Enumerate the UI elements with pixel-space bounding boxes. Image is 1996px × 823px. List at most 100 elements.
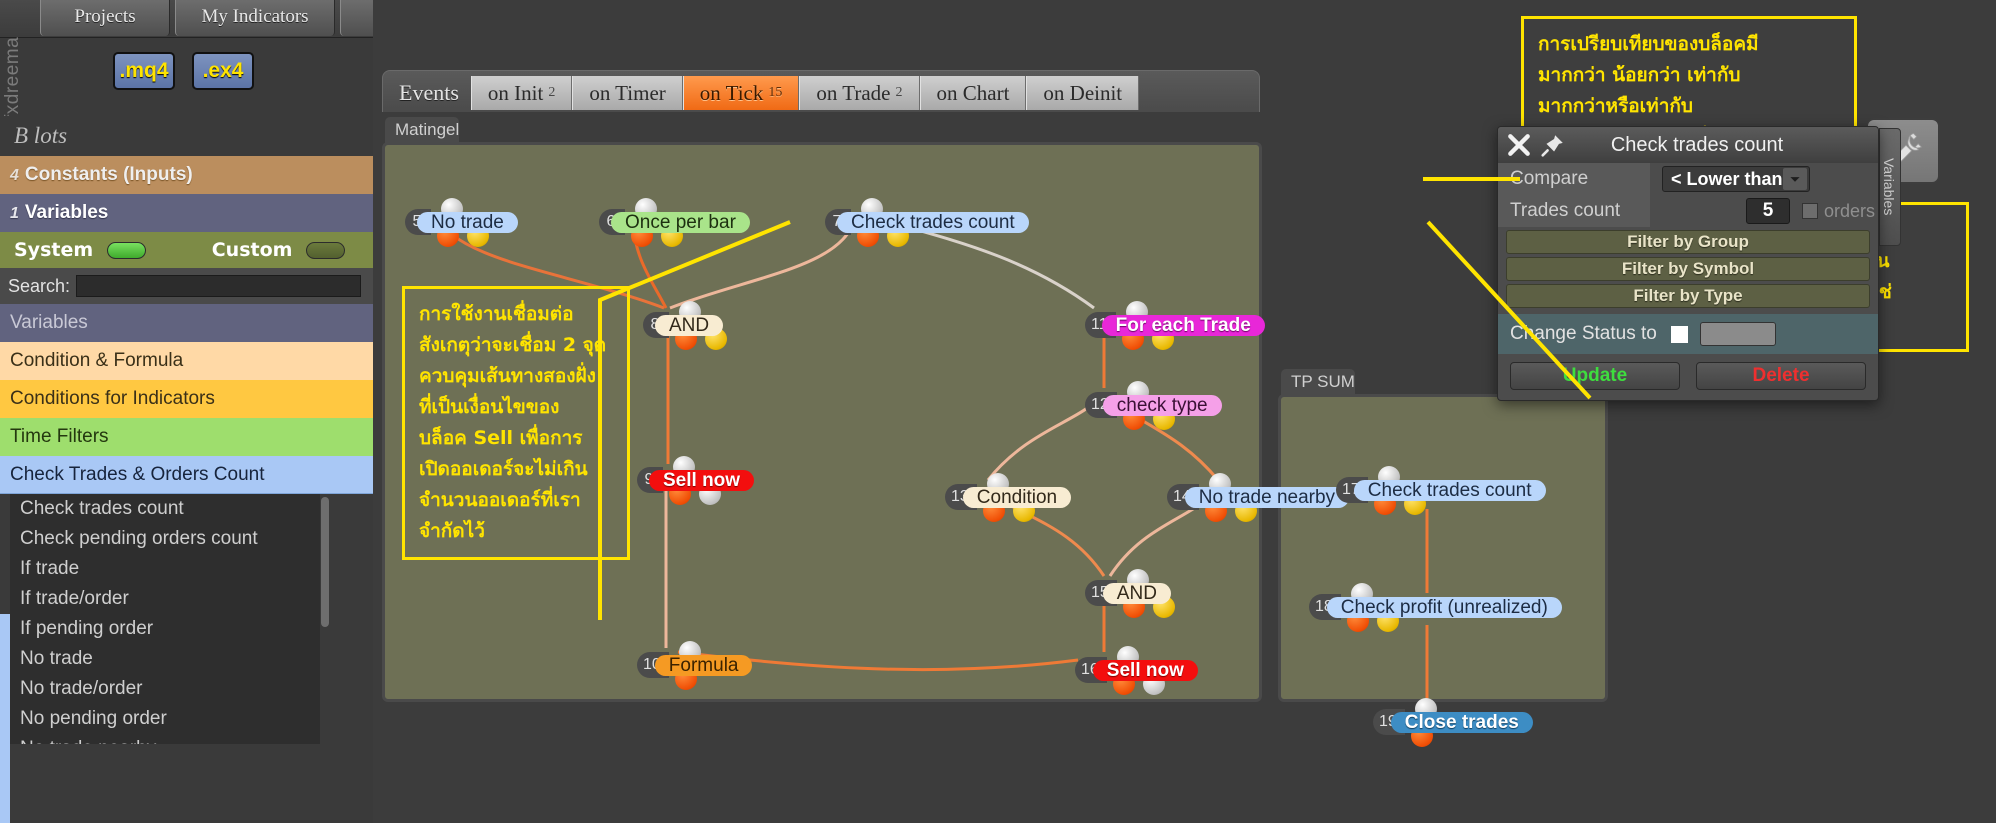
tab-label: on Init <box>487 80 544 105</box>
search-input[interactable] <box>76 275 361 297</box>
node-label: Formula <box>654 654 753 676</box>
flow-node[interactable]: 13 Condition <box>945 472 1072 522</box>
dialog-title: Check trades count <box>1610 133 1784 156</box>
filter-button[interactable]: Filter by Symbol <box>1506 257 1870 281</box>
list-item[interactable]: Check trades count <box>10 494 330 524</box>
delete-button[interactable]: Delete <box>1696 362 1866 390</box>
list-item[interactable]: If trade <box>10 554 330 584</box>
trades-count-label: Trades count <box>1498 195 1650 227</box>
variables-label: Variables <box>24 202 109 223</box>
flow-node[interactable]: 11 For each Trade <box>1085 300 1265 350</box>
note-line: บล็อค Sell เพื่อการ <box>419 427 583 449</box>
tpsum-wires <box>1425 509 1429 705</box>
flow-node[interactable]: 15 AND <box>1085 568 1175 618</box>
check-trades-count-dialog[interactable]: Check trades count Compare < Lower than … <box>1497 126 1879 401</box>
category-timef[interactable]: Time Filters <box>0 418 373 456</box>
node-label: AND <box>1102 582 1171 604</box>
constants-count: 4 <box>10 167 19 184</box>
tab-on-timer[interactable]: on Timer <box>572 75 683 110</box>
flow-node[interactable]: 10 Formula <box>637 640 753 690</box>
pin-icon[interactable] <box>1540 132 1566 158</box>
note-line: มากกว่าหรือเท่ากับ <box>1538 95 1693 117</box>
node-label: No trade <box>417 211 518 233</box>
node-label: Check trades count <box>837 211 1029 233</box>
category-variables[interactable]: Variables <box>0 304 373 342</box>
list-item[interactable]: If trade/order <box>10 584 330 614</box>
category-condition[interactable]: Condition & Formula <box>0 342 373 380</box>
mq4-button[interactable]: .mq4 <box>113 52 175 90</box>
block-item-list: Check trades count Check pending orders c… <box>10 494 330 744</box>
category-list: Variables Condition & Formula Conditions f… <box>0 304 373 494</box>
orders-checkbox[interactable] <box>1802 203 1818 219</box>
node-label: Check profit (unrealized) <box>1326 596 1562 618</box>
nav-tab-label: Projects <box>74 6 136 27</box>
trades-count-input[interactable]: 5 <box>1746 198 1790 224</box>
change-status-field[interactable] <box>1699 322 1776 346</box>
list-item[interactable]: If pending order <box>10 614 330 644</box>
tab-on-deinit[interactable]: on Deinit <box>1026 75 1140 110</box>
list-item[interactable]: No trade <box>10 644 330 674</box>
node-label: No trade nearby <box>1184 486 1350 508</box>
list-item[interactable]: No pending order <box>10 704 330 734</box>
nav-tab-projects[interactable]: Projects <box>40 0 170 36</box>
flow-node[interactable]: 19 Close trades <box>1373 697 1533 747</box>
flow-node[interactable]: 8AND <box>643 300 727 350</box>
tab-on-trade[interactable]: on Trade 2 <box>799 75 920 110</box>
flow-node[interactable]: 7Check trades count <box>825 197 1029 247</box>
system-custom-toggle-row: System Custom <box>0 232 373 268</box>
note-line: ที่เป็นเงื่อนไขของ <box>419 396 560 418</box>
dialog-body: Compare < Lower than Trades count 5 orde… <box>1498 163 1878 400</box>
constants-label: Constants (Inputs) <box>24 164 193 185</box>
flow-node[interactable]: 9Sell now <box>637 455 755 505</box>
scrollbar-thumb[interactable] <box>321 497 329 627</box>
flow-node[interactable]: 5No trade <box>405 197 518 247</box>
change-status-checkbox[interactable] <box>1670 325 1688 343</box>
compare-value: < Lower than <box>1671 169 1783 189</box>
filter-buttons: Filter by Group Filter by Symbol Filter by… <box>1498 230 1878 308</box>
node-label: Check trades count <box>1353 479 1546 501</box>
tab-on-init[interactable]: on Init 2 <box>470 75 573 110</box>
system-toggle[interactable] <box>107 241 146 259</box>
list-item[interactable]: No trade nearby <box>10 734 330 744</box>
filter-button[interactable]: Filter by Group <box>1506 230 1870 254</box>
custom-toggle[interactable] <box>306 241 345 259</box>
flow-node[interactable]: 18 Check profit (unrealized) <box>1309 582 1562 632</box>
compare-select[interactable]: < Lower than <box>1662 166 1810 192</box>
filter-button[interactable]: Filter by Type <box>1506 284 1870 308</box>
sidebar-item-variables[interactable]: 1 Variables <box>0 194 373 232</box>
nav-tab-label: My Indicators <box>201 6 309 27</box>
close-icon[interactable] <box>1506 132 1532 158</box>
node-label: Once per bar <box>611 211 750 233</box>
sidebar: B lots 4 Constants (Inputs) 1 Variables Sy… <box>0 116 373 823</box>
flow-node[interactable]: 12 check type <box>1085 380 1222 430</box>
flow-node[interactable]: 6Once per bar <box>599 197 750 247</box>
ex4-button[interactable]: .ex4 <box>192 52 254 90</box>
update-button[interactable]: Update <box>1510 362 1680 390</box>
variables-side-tab[interactable]: Variables <box>1879 128 1901 246</box>
flow-node[interactable]: 14 No trade nearby <box>1167 472 1350 522</box>
nav-tab-my-indicators[interactable]: My Indicators <box>175 0 335 36</box>
node-label: AND <box>655 314 724 336</box>
list-item[interactable]: No trade/order <box>10 674 330 704</box>
change-status-row: Change Status to <box>1498 314 1878 354</box>
trades-count-row: Trades count 5 orders <box>1498 195 1878 227</box>
tab-on-chart[interactable]: on Chart <box>919 75 1027 110</box>
list-scrollbar[interactable] <box>320 494 330 744</box>
tab-label: on Chart <box>936 80 1010 105</box>
note-line: เปิดออเดอร์จะไม่เกิน <box>419 458 588 480</box>
category-indicators[interactable]: Conditions for Indicators <box>0 380 373 418</box>
tab-badge: 2 <box>895 84 903 100</box>
flow-node[interactable]: 16 Sell now <box>1075 645 1198 695</box>
chevron-down-icon[interactable] <box>1783 168 1807 190</box>
tab-on-tick[interactable]: on Tick 15 <box>682 75 800 110</box>
panel-tpsum-title: TP SUM <box>1281 369 1355 397</box>
tab-badge: 15 <box>768 84 783 100</box>
category-checkt[interactable]: Check Trades & Orders Count <box>0 456 373 494</box>
list-item[interactable]: Check pending orders count <box>10 524 330 554</box>
sidebar-item-constants[interactable]: 4 Constants (Inputs) <box>0 156 373 194</box>
change-status-label: Change Status to <box>1510 323 1657 344</box>
orders-label: orders <box>1824 200 1876 221</box>
tab-badge: 2 <box>548 84 556 100</box>
flow-node[interactable]: 17 Check trades count <box>1336 465 1546 515</box>
node-label: Close trades <box>1390 711 1533 733</box>
